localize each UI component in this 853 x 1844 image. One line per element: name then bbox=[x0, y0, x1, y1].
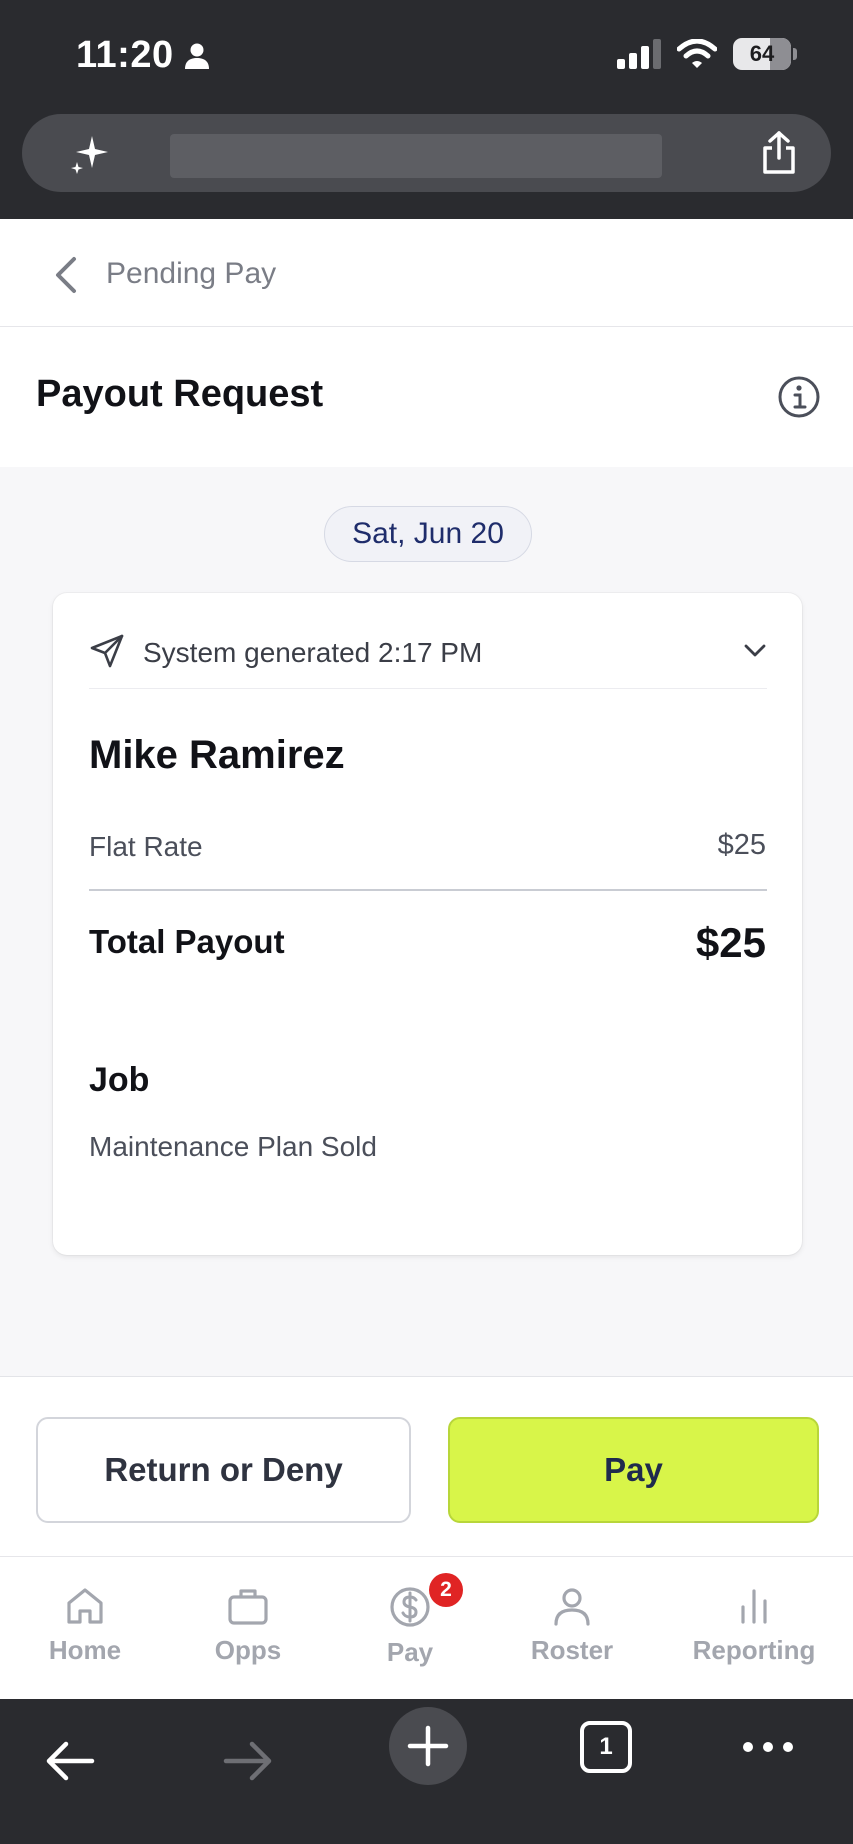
tab-pay-label: Pay bbox=[386, 1637, 434, 1667]
info-icon[interactable] bbox=[777, 375, 821, 419]
tab-opps[interactable]: Opps bbox=[203, 1557, 293, 1700]
dollar-circle-icon bbox=[390, 1587, 430, 1627]
home-icon bbox=[67, 1588, 103, 1624]
sparkle-icon[interactable] bbox=[68, 134, 112, 178]
tab-roster[interactable]: Roster bbox=[527, 1557, 617, 1700]
flat-rate-value: $25 bbox=[717, 829, 766, 861]
job-label: Job bbox=[89, 1061, 150, 1099]
new-tab-button[interactable] bbox=[389, 1707, 467, 1785]
card-header[interactable]: System generated 2:17 PM bbox=[89, 633, 767, 689]
tab-opps-label: Opps bbox=[214, 1635, 282, 1665]
return-or-deny-button[interactable]: Return or Deny bbox=[36, 1417, 411, 1523]
tab-home-label: Home bbox=[48, 1635, 122, 1665]
app-navbar: Pending Pay bbox=[0, 219, 853, 327]
wifi-icon bbox=[677, 39, 717, 68]
cellular-signal-icon bbox=[617, 39, 661, 69]
person-status-icon bbox=[184, 43, 209, 69]
tab-pay[interactable]: Pay 2 bbox=[365, 1557, 463, 1700]
total-divider bbox=[89, 889, 767, 891]
plus-icon bbox=[407, 1725, 449, 1767]
url-text-redacted[interactable] bbox=[170, 134, 662, 178]
back-arrow-icon[interactable] bbox=[44, 1739, 96, 1783]
job-value: Maintenance Plan Sold bbox=[89, 1131, 377, 1162]
date-pill: Sat, Jun 20 bbox=[324, 506, 532, 562]
person-name: Mike Ramirez bbox=[89, 733, 345, 777]
browser-top-chrome: 11:20 64 bbox=[0, 0, 853, 219]
briefcase-icon bbox=[228, 1589, 268, 1625]
address-bar[interactable] bbox=[22, 114, 831, 192]
tab-home[interactable]: Home bbox=[40, 1557, 130, 1700]
status-indicators: 64 bbox=[617, 38, 797, 70]
battery-indicator: 64 bbox=[733, 38, 791, 70]
more-icon[interactable] bbox=[742, 1737, 794, 1757]
total-payout-value: $25 bbox=[695, 919, 766, 966]
chevron-left-icon[interactable] bbox=[52, 255, 80, 295]
flat-rate-label: Flat Rate bbox=[89, 831, 203, 862]
total-payout-label: Total Payout bbox=[89, 923, 285, 960]
payout-card: System generated 2:17 PM Mike Ramirez Fl… bbox=[53, 593, 802, 1255]
bottom-tab-bar: Home Opps Pay 2 Roster Reporting bbox=[0, 1556, 853, 1699]
back-link-pending-pay[interactable]: Pending Pay bbox=[106, 257, 276, 291]
system-generated-text: System generated 2:17 PM bbox=[143, 637, 483, 668]
bar-chart-icon bbox=[741, 1589, 767, 1624]
tab-reporting[interactable]: Reporting bbox=[684, 1557, 824, 1700]
forward-arrow-icon[interactable] bbox=[222, 1739, 274, 1783]
share-icon[interactable] bbox=[759, 130, 799, 176]
send-icon bbox=[90, 634, 124, 668]
battery-level: 64 bbox=[749, 41, 775, 66]
chevron-down-icon[interactable] bbox=[743, 639, 767, 663]
person-icon bbox=[554, 1588, 590, 1626]
status-time-text: 11:20 bbox=[76, 34, 174, 76]
tabs-button[interactable]: 1 bbox=[580, 1721, 632, 1773]
status-time: 11:20 bbox=[76, 34, 210, 77]
action-bar: Return or Deny Pay bbox=[0, 1376, 853, 1556]
screen: 11:20 64 Pending Pay Payout Request Sat,… bbox=[0, 0, 853, 1844]
tab-reporting-label: Reporting bbox=[692, 1635, 816, 1665]
pay-notification-badge: 2 bbox=[429, 1573, 463, 1607]
page-title: Payout Request bbox=[36, 373, 324, 415]
pay-button[interactable]: Pay bbox=[448, 1417, 819, 1523]
tab-roster-label: Roster bbox=[530, 1635, 614, 1665]
browser-bottom-toolbar: 1 bbox=[0, 1699, 853, 1844]
title-bar: Payout Request bbox=[0, 327, 853, 467]
